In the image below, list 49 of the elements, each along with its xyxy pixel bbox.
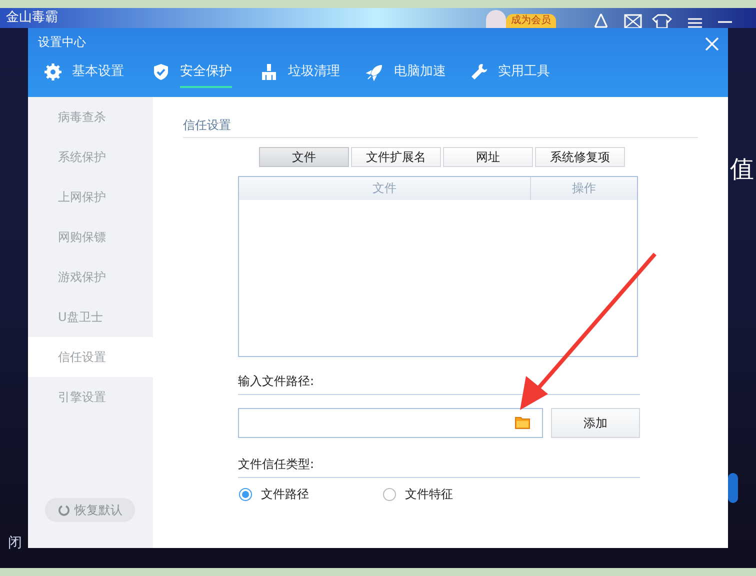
gear-icon xyxy=(44,63,62,81)
radio-button[interactable] xyxy=(239,488,252,500)
sidebar-item[interactable]: 网购保镖 xyxy=(28,217,153,257)
filter-tab[interactable]: 网址 xyxy=(443,147,533,167)
sidebar-item[interactable]: U盘卫士 xyxy=(28,297,153,337)
app-title: 金山毒霸 xyxy=(6,10,58,26)
column-header: 文件 xyxy=(239,177,531,200)
tab[interactable]: 垃圾清理 xyxy=(288,63,340,88)
banner-text: 闭 xyxy=(8,534,22,552)
close-icon[interactable] xyxy=(705,37,719,51)
banner-text: 值 xyxy=(730,154,754,184)
radio-button[interactable] xyxy=(383,488,396,500)
folder-icon[interactable] xyxy=(515,417,530,429)
share-icon xyxy=(592,12,610,28)
tab[interactable]: 电脑加速 xyxy=(394,63,446,88)
sidebar-item[interactable]: 引擎设置 xyxy=(28,377,153,417)
sidebar-item[interactable]: 系统保护 xyxy=(28,137,153,177)
path-label: 输入文件路径: xyxy=(238,373,314,389)
avatar-icon xyxy=(486,10,506,28)
broom-icon xyxy=(260,63,278,81)
filter-tab[interactable]: 文件扩展名 xyxy=(351,147,441,167)
shirt-icon xyxy=(652,14,672,28)
section-title: 信任设置 xyxy=(183,117,231,133)
path-input[interactable] xyxy=(238,408,543,438)
refresh-icon xyxy=(58,504,70,516)
sidebar-item[interactable]: 病毒查杀 xyxy=(28,97,153,137)
minimize-icon xyxy=(718,20,732,24)
column-header: 操作 xyxy=(571,180,597,197)
app-glow xyxy=(728,473,738,503)
tab[interactable]: 安全保护 xyxy=(180,63,232,88)
filter-tab[interactable]: 文件 xyxy=(259,147,349,167)
filter-tab[interactable]: 系统修复项 xyxy=(535,147,625,167)
radio-label: 文件路径 xyxy=(261,486,310,502)
add-button[interactable]: 添加 xyxy=(551,408,640,438)
sidebar-item[interactable]: 游戏保护 xyxy=(28,257,153,297)
radio-label: 文件特征 xyxy=(405,486,454,502)
rocket-icon xyxy=(366,63,384,81)
restore-default-button[interactable]: 恢复默认 xyxy=(45,498,135,522)
sidebar-item[interactable]: 上网保护 xyxy=(28,177,153,217)
tab[interactable]: 实用工具 xyxy=(498,63,550,88)
menu-icon xyxy=(688,18,702,28)
mail-icon xyxy=(624,14,642,28)
tab[interactable]: 基本设置 xyxy=(72,63,124,88)
member-button[interactable]: 成为会员 xyxy=(506,14,556,28)
sidebar-item[interactable]: 信任设置 xyxy=(28,337,153,377)
trust-type-label: 文件信任类型: xyxy=(238,456,314,472)
dialog-title: 设置中心 xyxy=(38,34,86,50)
shield-check-icon xyxy=(152,63,170,81)
wrench-icon xyxy=(470,63,488,81)
